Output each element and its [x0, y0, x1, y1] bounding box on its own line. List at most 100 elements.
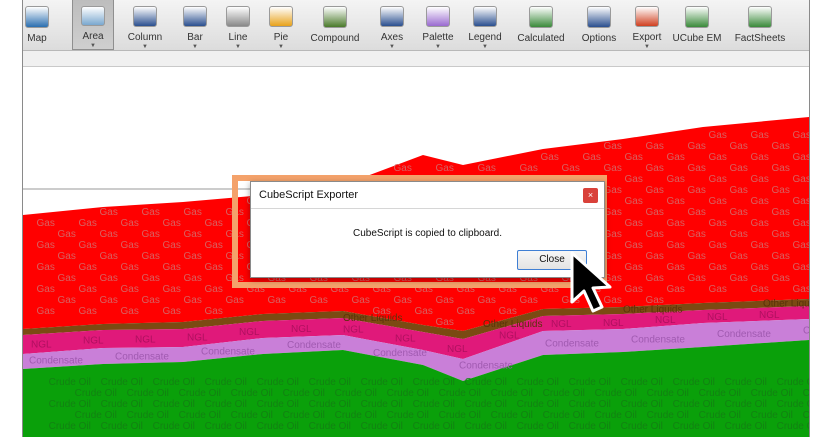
chevron-down-icon: ▼: [192, 44, 198, 50]
gas-pattern-label: Gas: [436, 317, 454, 328]
gas-pattern-label: Gas: [37, 240, 55, 251]
crude-oil-pattern-label: Crude Oil: [595, 410, 637, 421]
toolbar-label: Pie: [273, 32, 289, 43]
gas-pattern-label: Gas: [121, 262, 139, 273]
gas-pattern-label: Gas: [709, 152, 727, 163]
dialog-title: CubeScript Exporter: [251, 182, 604, 209]
gas-pattern-label: Gas: [121, 240, 139, 251]
gas-pattern-label: Gas: [394, 163, 412, 174]
bar-chart-icon: [183, 6, 207, 27]
toolbar-palette-button[interactable]: Palette ▼: [417, 0, 459, 50]
gas-pattern-label: Gas: [121, 306, 139, 317]
crude-oil-pattern-label: Crude Oil: [231, 388, 273, 399]
crude-oil-pattern-label: Crude Oil: [179, 410, 221, 421]
gas-pattern-label: Gas: [667, 218, 685, 229]
close-icon[interactable]: ×: [583, 188, 598, 203]
ngl-pattern-label: NGL: [603, 318, 624, 329]
gas-pattern-label: Gas: [79, 284, 97, 295]
toolbar-label: Axes: [380, 32, 404, 43]
toolbar-label: Column: [127, 32, 163, 43]
other-liquids-pattern-label: Other Liquids: [623, 305, 682, 316]
toolbar-compound-button[interactable]: Compound: [305, 0, 365, 50]
gas-pattern-label: Gas: [100, 229, 118, 240]
gas-pattern-label: Gas: [436, 163, 454, 174]
crude-oil-pattern-label: Crude Oil: [361, 421, 403, 432]
gas-pattern-label: Gas: [772, 163, 790, 174]
gas-pattern-label: Gas: [646, 207, 664, 218]
gas-pattern-label: Gas: [625, 174, 643, 185]
toolbar-factsheets-button[interactable]: FactSheets: [730, 0, 790, 50]
gas-pattern-label: Gas: [730, 141, 748, 152]
toolbar-column-button[interactable]: Column ▼: [120, 0, 170, 50]
globe-icon: [25, 6, 49, 28]
toolbar-label: Bar: [187, 32, 203, 43]
toolbar-area-button[interactable]: Area ▼: [72, 0, 114, 50]
crude-oil-pattern-label: Crude Oil: [309, 421, 351, 432]
gas-pattern-label: Gas: [58, 229, 76, 240]
toolbar-calculated-button[interactable]: Calculated: [511, 0, 571, 50]
gas-pattern-label: Gas: [205, 306, 223, 317]
crude-oil-pattern-label: Crude Oil: [153, 399, 195, 410]
condensate-pattern-label: Condensate: [803, 326, 809, 337]
toolbar-axes-button[interactable]: Axes ▼: [373, 0, 411, 50]
condensate-pattern-label: Condensate: [201, 346, 255, 357]
crude-oil-pattern-label: Crude Oil: [751, 410, 793, 421]
toolbar-ucube-em-button[interactable]: UCube EM: [670, 0, 724, 50]
condensate-pattern-label: Condensate: [545, 338, 599, 349]
gas-pattern-label: Gas: [625, 240, 643, 251]
chevron-down-icon: ▼: [389, 44, 395, 50]
gas-pattern-label: Gas: [142, 207, 160, 218]
gas-pattern-label: Gas: [625, 218, 643, 229]
toolbar-line-button[interactable]: Line ▼: [218, 0, 258, 50]
crude-oil-pattern-label: Crude Oil: [465, 399, 507, 410]
toolbar-pie-button[interactable]: Pie ▼: [262, 0, 300, 50]
crude-oil-pattern-label: Crude Oil: [491, 388, 533, 399]
gas-pattern-label: Gas: [625, 196, 643, 207]
toolbar-export-button[interactable]: Export ▼: [628, 0, 666, 50]
crude-oil-pattern-label: Crude Oil: [725, 377, 767, 388]
crude-oil-pattern-label: Crude Oil: [543, 410, 585, 421]
gas-pattern-label: Gas: [688, 229, 706, 240]
ngl-pattern-label: NGL: [655, 315, 676, 326]
cubescript-exporter-dialog: CubeScript Exporter × CubeScript is copi…: [250, 181, 605, 278]
crude-oil-pattern-label: Crude Oil: [699, 410, 741, 421]
gas-pattern-label: Gas: [793, 174, 809, 185]
ngl-pattern-label: NGL: [187, 333, 208, 344]
gas-pattern-label: Gas: [793, 130, 809, 141]
gas-pattern-label: Gas: [772, 229, 790, 240]
toolbar-map-button[interactable]: Map: [23, 0, 57, 50]
crude-oil-pattern-label: Crude Oil: [283, 410, 325, 421]
ngl-pattern-label: NGL: [447, 344, 468, 355]
gas-pattern-label: Gas: [793, 196, 809, 207]
line-chart-icon: [226, 6, 250, 27]
gas-pattern-label: Gas: [142, 229, 160, 240]
toolbar-label: Calculated: [517, 32, 565, 44]
toolbar-options-button[interactable]: Options: [576, 0, 622, 50]
gas-pattern-label: Gas: [58, 251, 76, 262]
gas-pattern-label: Gas: [79, 218, 97, 229]
other-liquids-pattern-label: Other Liquids: [483, 319, 542, 330]
crude-oil-pattern-label: Crude Oil: [205, 399, 247, 410]
crude-oil-pattern-label: Crude Oil: [283, 388, 325, 399]
chevron-down-icon: ▼: [482, 44, 488, 50]
toolbar-label: Options: [581, 32, 617, 44]
crude-oil-pattern-label: Crude Oil: [673, 377, 715, 388]
gas-pattern-label: Gas: [79, 306, 97, 317]
toolbar-bar-button[interactable]: Bar ▼: [177, 0, 213, 50]
toolbar-label: Compound: [310, 32, 360, 44]
crude-oil-pattern-label: Crude Oil: [465, 421, 507, 432]
crude-oil-pattern-label: Crude Oil: [595, 388, 637, 399]
toolbar-legend-button[interactable]: Legend ▼: [465, 0, 505, 50]
crude-oil-pattern-label: Crude Oil: [803, 410, 809, 421]
crude-oil-pattern-label: Crude Oil: [75, 410, 117, 421]
crude-oil-pattern-label: Crude Oil: [179, 388, 221, 399]
gas-pattern-label: Gas: [205, 218, 223, 229]
export-icon: [635, 6, 659, 27]
crude-oil-pattern-label: Crude Oil: [439, 410, 481, 421]
compound-chart-icon: [323, 6, 347, 28]
gas-pattern-label: Gas: [688, 163, 706, 174]
gas-pattern-label: Gas: [625, 284, 643, 295]
gas-pattern-label: Gas: [520, 163, 538, 174]
gas-pattern-label: Gas: [37, 262, 55, 273]
gas-pattern-label: Gas: [163, 284, 181, 295]
